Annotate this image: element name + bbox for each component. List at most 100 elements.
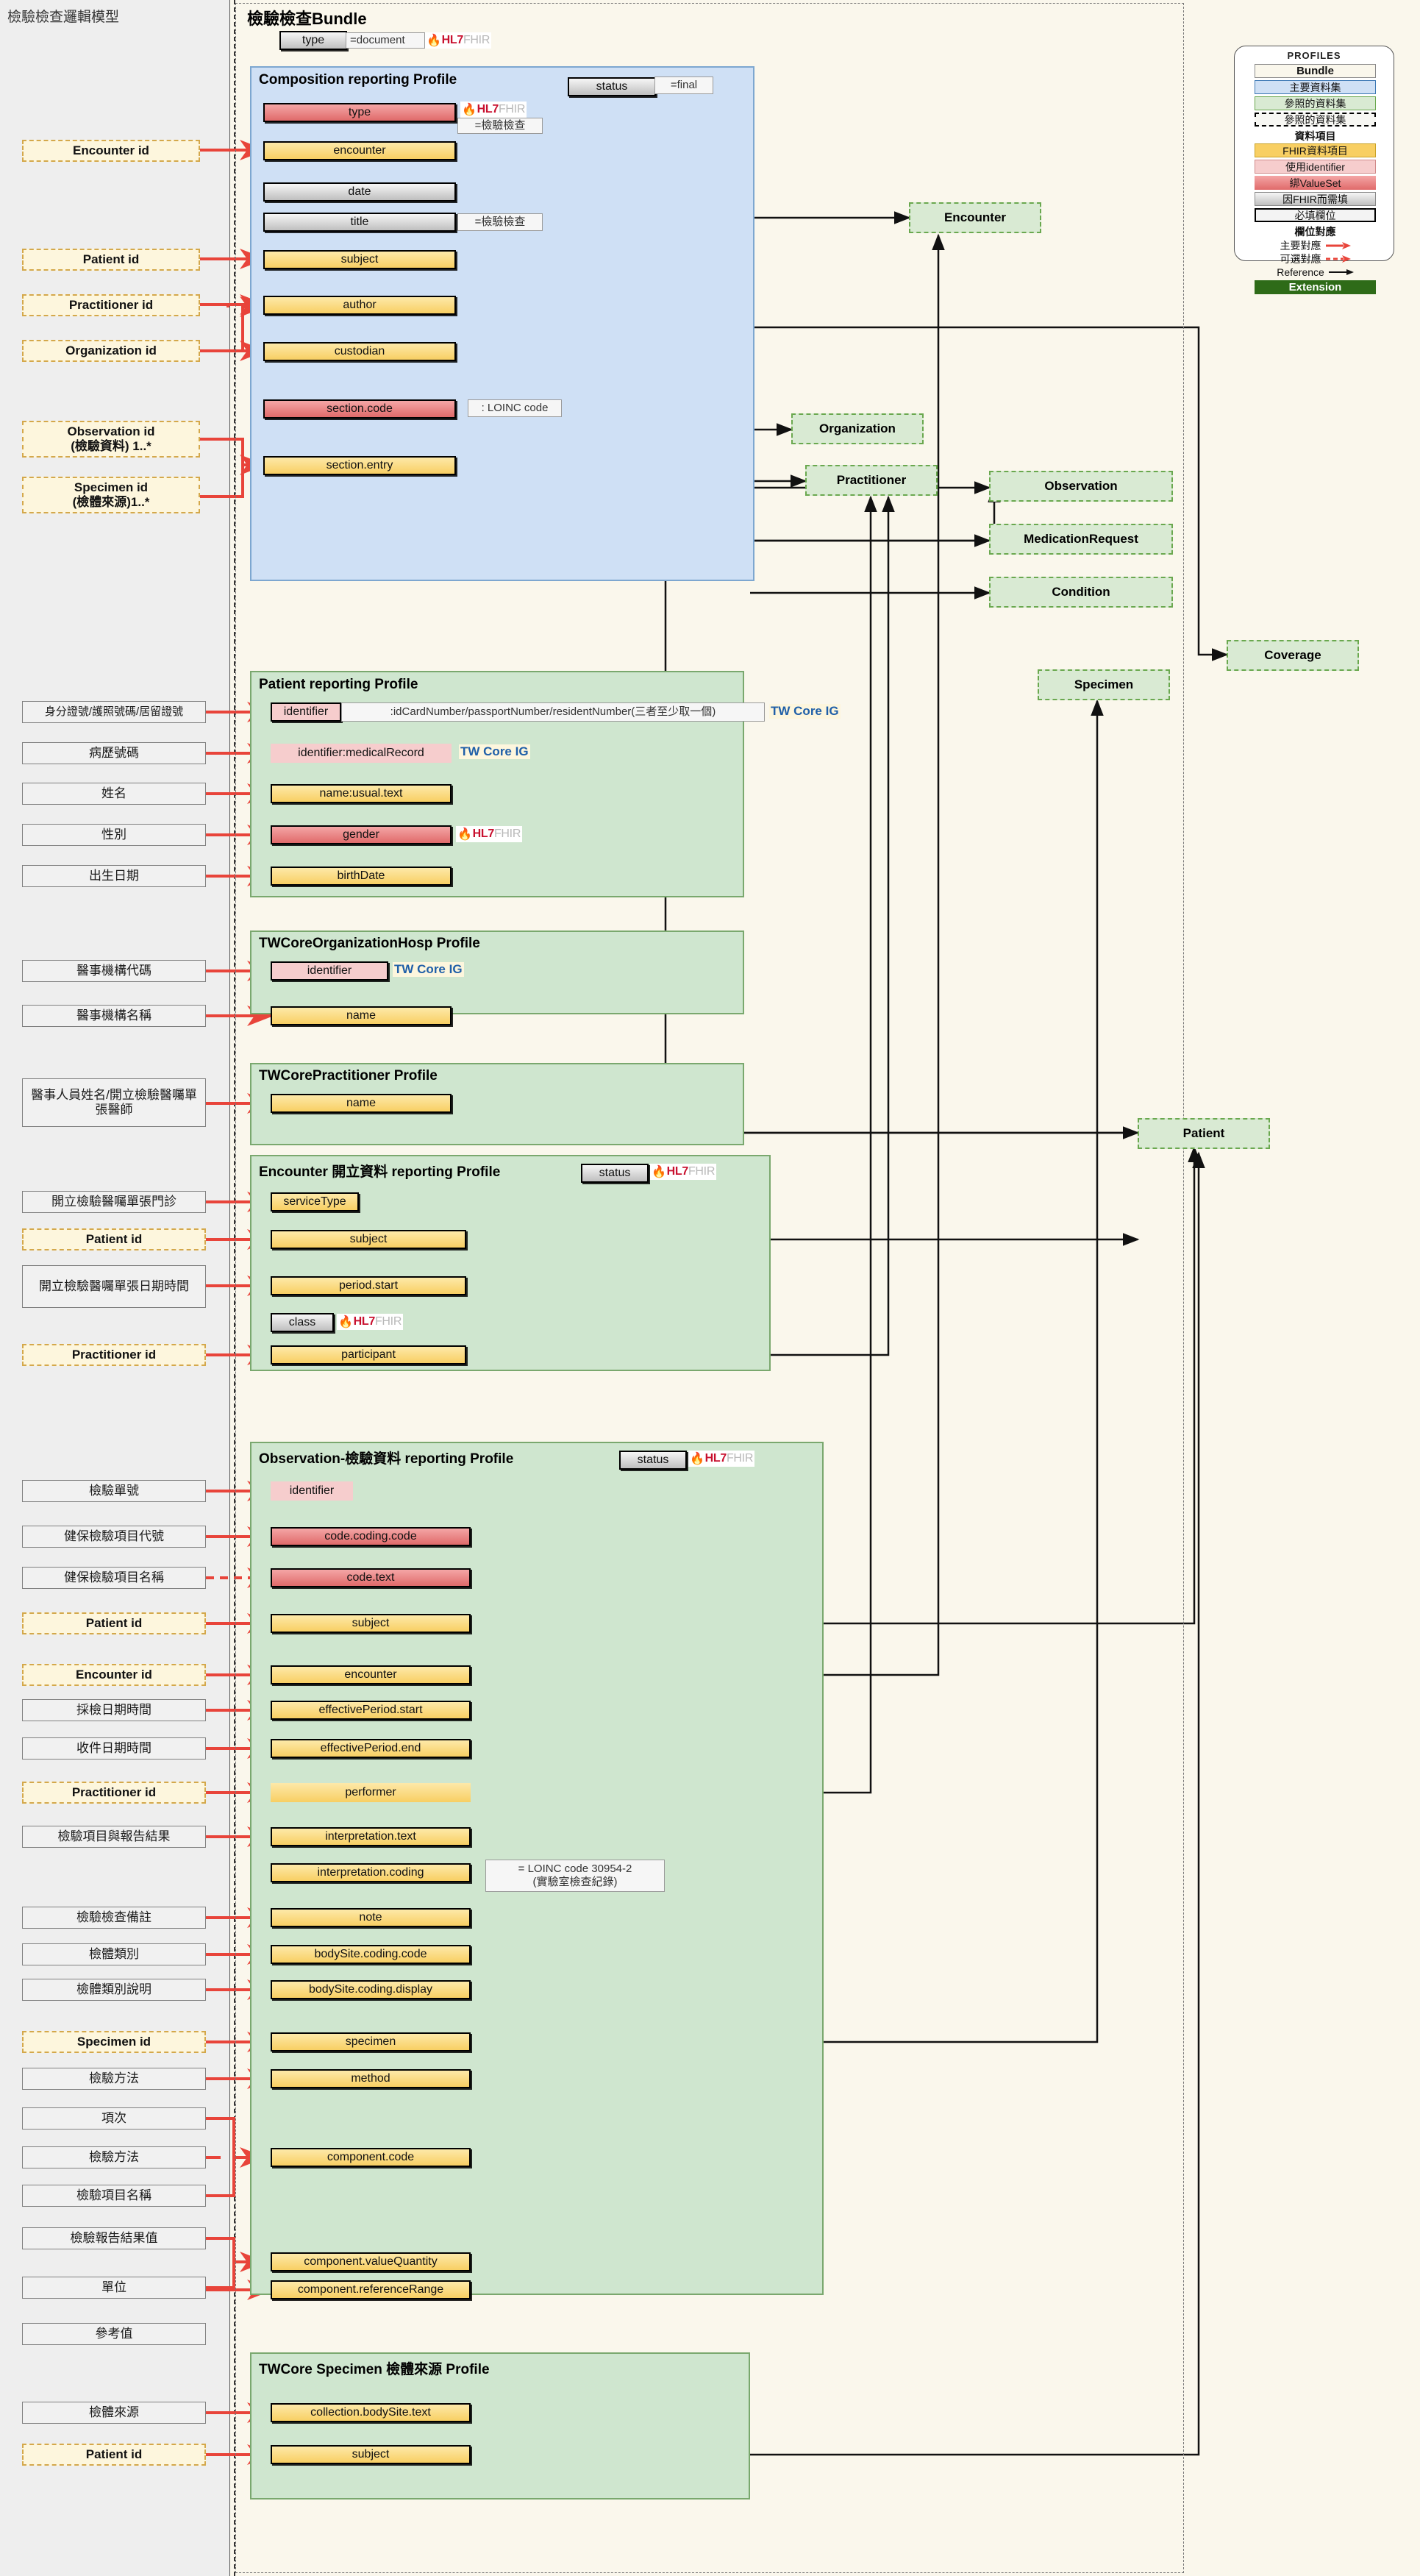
ref-medicationrequest: MedicationRequest bbox=[989, 524, 1173, 555]
source-observation-practitioner-id: Practitioner id bbox=[22, 1782, 206, 1804]
encounter-profile-panel bbox=[250, 1155, 771, 1371]
encounter-profile-title: Encounter 開立資料 reporting Profile bbox=[259, 1164, 501, 1180]
composition-type-note: =檢驗檢查 bbox=[457, 118, 543, 134]
encounter-field-subject: subject bbox=[271, 1230, 466, 1249]
ref-organization: Organization bbox=[791, 413, 924, 444]
legend-item-primary-mapping: 主要對應 bbox=[1255, 238, 1376, 252]
patient-field-identifier: identifier bbox=[271, 702, 341, 722]
observation-field-interpretation-text: interpretation.text bbox=[271, 1827, 471, 1846]
legend-item-extension: Extension bbox=[1255, 280, 1376, 294]
legend-item-referenced-dataset: 參照的資料集 bbox=[1255, 96, 1376, 110]
composition-field-section-entry: section.entry bbox=[263, 456, 456, 475]
source-observation-specimen-id: Specimen id bbox=[22, 2031, 206, 2053]
source-specimen-id: Specimen id (檢體來源)1..* bbox=[22, 477, 200, 513]
twcore-tag-identifier: TW Core IG bbox=[769, 704, 841, 719]
source-specimen-origin: 檢體來源 bbox=[22, 2402, 206, 2424]
observation-field-specimen: specimen bbox=[271, 2032, 471, 2052]
ref-practitioner: Practitioner bbox=[805, 465, 938, 496]
ref-condition: Condition bbox=[989, 577, 1173, 608]
loinc-code-note: = LOINC code 30954-2 (實驗室檢查紀錄) bbox=[485, 1860, 665, 1892]
source-specimen-patient-id: Patient id bbox=[22, 2444, 206, 2466]
source-lab-order-no: 檢驗單號 bbox=[22, 1480, 206, 1502]
source-practitioner-name: 醫事人員姓名/開立檢驗醫囑單張醫師 bbox=[22, 1078, 206, 1127]
patient-field-identifier-medicalrecord: identifier:medicalRecord bbox=[271, 744, 452, 763]
patient-field-gender: gender bbox=[271, 825, 452, 844]
source-practitioner-id: Practitioner id bbox=[22, 294, 200, 316]
observation-field-note: note bbox=[271, 1908, 471, 1927]
legend-item-bundle: Bundle bbox=[1255, 64, 1376, 78]
source-patient-id: Patient id bbox=[22, 249, 200, 271]
observation-field-effectiveperiod-start: effectivePeriod.start bbox=[271, 1701, 471, 1720]
source-reference-value: 參考值 bbox=[22, 2323, 206, 2345]
source-exam-remark: 檢驗檢查備註 bbox=[22, 1907, 206, 1929]
specimen-field-collection-bodysite-text: collection.bodySite.text bbox=[271, 2403, 471, 2422]
hl7-fhir-badge-observation-status: 🔥 HL7 FHIR bbox=[688, 1451, 755, 1467]
ref-coverage: Coverage bbox=[1227, 640, 1359, 671]
ref-observation: Observation bbox=[989, 471, 1173, 502]
specimen-field-subject: subject bbox=[271, 2445, 471, 2464]
legend-item-reference: Reference bbox=[1255, 265, 1376, 279]
composition-status-chip: status bbox=[568, 77, 656, 96]
encounter-field-participant: participant bbox=[271, 1345, 466, 1365]
source-observation-encounter-id: Encounter id bbox=[22, 1664, 206, 1686]
source-observation-patient-id: Patient id bbox=[22, 1612, 206, 1634]
source-birthdate: 出生日期 bbox=[22, 865, 206, 887]
source-receive-datetime: 收件日期時間 bbox=[22, 1737, 206, 1760]
practitioner-profile-title: TWCorePractitioner Profile bbox=[259, 1068, 438, 1084]
source-encounter-id: Encounter id bbox=[22, 140, 200, 162]
source-specimen-category: 檢體類別 bbox=[22, 1943, 206, 1965]
source-encounter-datetime: 開立檢驗醫囑單張日期時間 bbox=[22, 1265, 206, 1308]
observation-field-bodysite-coding-display: bodySite.coding.display bbox=[271, 1980, 471, 1999]
legend-item-bound-valueset: 綁ValueSet bbox=[1255, 176, 1376, 190]
patient-field-birthdate: birthDate bbox=[271, 867, 452, 886]
twcore-tag-medicalrecord: TW Core IG bbox=[459, 744, 530, 759]
legend-item-referenced-dataset-dashed: 參照的資料集 bbox=[1255, 113, 1376, 127]
observation-field-identifier: identifier bbox=[271, 1481, 353, 1501]
source-organization-id: Organization id bbox=[22, 340, 200, 362]
hl7-fhir-badge-gender: 🔥 HL7 FHIR bbox=[456, 826, 523, 842]
legend-heading-data-items: 資料項目 bbox=[1294, 129, 1336, 142]
encounter-field-servicetype: serviceType bbox=[271, 1192, 359, 1211]
observation-field-effectiveperiod-end: effectivePeriod.end bbox=[271, 1739, 471, 1758]
source-sequence-no: 項次 bbox=[22, 2107, 206, 2130]
composition-section-code-note: : LOINC code bbox=[468, 399, 562, 417]
logical-model-title: 檢驗檢查邏輯模型 bbox=[7, 10, 120, 25]
source-item-name: 檢驗項目名稱 bbox=[22, 2185, 206, 2207]
source-unit: 單位 bbox=[22, 2277, 206, 2299]
source-medical-record-no: 病歷號碼 bbox=[22, 742, 206, 764]
organization-field-identifier: identifier bbox=[271, 961, 388, 981]
diagram-canvas: 檢驗檢查邏輯模型 檢驗檢查Bundle type =document 🔥 HL7… bbox=[0, 0, 1420, 2576]
legend-reference-label: Reference bbox=[1277, 266, 1324, 278]
composition-field-encounter: encounter bbox=[263, 141, 456, 160]
twcore-tag-org: TW Core IG bbox=[393, 962, 464, 977]
source-nhi-item-name: 健保檢驗項目名稱 bbox=[22, 1567, 206, 1589]
patient-field-name-usual-text: name:usual.text bbox=[271, 784, 452, 803]
source-collect-datetime: 採檢日期時間 bbox=[22, 1699, 206, 1721]
observation-field-code-text: code.text bbox=[271, 1568, 471, 1587]
observation-field-interpretation-coding: interpretation.coding bbox=[271, 1863, 471, 1882]
legend-item-fhir-data-item: FHIR資料項目 bbox=[1255, 143, 1376, 157]
source-encounter-practitioner-id: Practitioner id bbox=[22, 1344, 206, 1366]
composition-field-custodian: custodian bbox=[263, 342, 456, 361]
hl7-fhir-badge-class: 🔥 HL7 FHIR bbox=[337, 1314, 404, 1330]
legend-primary-mapping-label: 主要對應 bbox=[1280, 239, 1321, 252]
observation-field-bodysite-coding-code: bodySite.coding.code bbox=[271, 1945, 471, 1964]
composition-status-value: =final bbox=[654, 77, 713, 94]
source-id-number: 身分證號/護照號碼/居留證號 bbox=[22, 701, 206, 723]
bundle-type-value: =document bbox=[346, 32, 425, 49]
legend-item-main-dataset: 主要資料集 bbox=[1255, 80, 1376, 94]
composition-field-author: author bbox=[263, 296, 456, 315]
legend-panel: PROFILES Bundle 主要資料集 參照的資料集 參照的資料集 資料項目… bbox=[1234, 46, 1394, 294]
composition-field-subject: subject bbox=[263, 250, 456, 269]
source-nhi-item-code: 健保檢驗項目代號 bbox=[22, 1526, 206, 1548]
specimen-profile-title: TWCore Specimen 檢體來源 Profile bbox=[259, 2362, 490, 2377]
organization-field-name: name bbox=[271, 1006, 452, 1025]
observation-status-chip: status bbox=[619, 1451, 687, 1470]
source-org-name: 醫事機構名稱 bbox=[22, 1005, 206, 1027]
bundle-type-chip: type bbox=[279, 31, 347, 50]
legend-item-uses-identifier: 使用identifier bbox=[1255, 160, 1376, 174]
arrow-dashed-red-icon bbox=[1325, 255, 1351, 263]
legend-item-required-by-fhir: 因FHIR而需填 bbox=[1255, 192, 1376, 206]
legend-heading-field-mapping: 欄位對應 bbox=[1294, 225, 1336, 238]
composition-field-section-code: section.code bbox=[263, 399, 456, 419]
